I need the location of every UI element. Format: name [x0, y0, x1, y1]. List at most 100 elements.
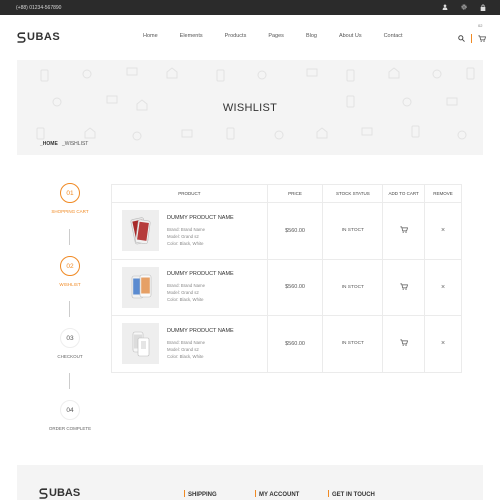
- breadcrumb-home[interactable]: _HOME: [40, 141, 58, 147]
- column-header-stock: STOCK STATUS: [322, 184, 384, 203]
- site-header: UBAS Home Elements Products Pages Blog A…: [0, 15, 500, 60]
- step-label: SHOPPING CART: [51, 209, 89, 214]
- cart-icon: [399, 283, 408, 290]
- nav-about-us[interactable]: About Us: [339, 33, 362, 39]
- heading-accent: [328, 490, 329, 497]
- product-color: Color: Black, White: [167, 297, 204, 303]
- nav-contact[interactable]: Contact: [384, 33, 403, 39]
- cart-icon: [399, 226, 408, 234]
- stock-status: IN STOCT: [322, 315, 384, 373]
- heading-text: GET IN TOUCH: [332, 492, 375, 498]
- cart-button[interactable]: 02: [478, 23, 487, 47]
- add-to-cart-button[interactable]: [382, 315, 426, 373]
- logo-text: UBAS: [49, 487, 81, 499]
- table-row: DUMMY PRODUCT NAME Brand: Brand Name Mod…: [111, 202, 462, 260]
- product-name[interactable]: DUMMY PRODUCT NAME: [167, 215, 234, 221]
- step-connector: [69, 373, 70, 389]
- logo-mark-icon: [39, 487, 48, 499]
- stock-status: IN STOCT: [322, 258, 384, 316]
- table-row: DUMMY PRODUCT NAME Brand: Brand Name Mod…: [111, 258, 462, 316]
- step-label: WISHLIST: [59, 282, 81, 287]
- step-label: ORDER COMPLETE: [48, 426, 92, 431]
- cart-icon: [399, 339, 408, 347]
- product-name[interactable]: DUMMY PRODUCT NAME: [167, 271, 234, 277]
- product-price: $560.00: [266, 315, 324, 373]
- product-image[interactable]: [122, 210, 159, 252]
- heading-accent: [255, 490, 256, 497]
- step-number: 02: [60, 256, 80, 276]
- footer-heading-get-in-touch: GET IN TOUCH: [328, 490, 375, 498]
- remove-button[interactable]: ×: [424, 315, 462, 373]
- column-header-add-to-cart: ADD TO CART: [382, 184, 426, 203]
- product-color: Color: Black, White: [167, 353, 204, 359]
- logo-mark-icon: [17, 31, 26, 43]
- product-color: Color: Black, White: [167, 240, 204, 246]
- step-number: 03: [60, 328, 80, 348]
- user-icon[interactable]: [441, 3, 448, 11]
- product-brand: Brand: Brand Name: [167, 339, 205, 345]
- add-to-cart-button[interactable]: [382, 258, 426, 316]
- product-image[interactable]: [122, 266, 159, 308]
- top-bar: (+88) 01234-567890: [0, 0, 500, 15]
- site-logo[interactable]: UBAS: [17, 31, 60, 43]
- product-model: Model: Grand s2: [167, 290, 199, 296]
- footer-logo[interactable]: UBAS: [39, 487, 80, 499]
- nav-elements[interactable]: Elements: [180, 33, 203, 39]
- step-order-complete[interactable]: 04 ORDER COMPLETE: [40, 400, 100, 431]
- nav-products[interactable]: Products: [225, 33, 247, 39]
- footer-heading-shipping: SHIPPING: [184, 490, 217, 498]
- close-icon: ×: [440, 227, 446, 235]
- column-header-remove: REMOVE: [424, 184, 462, 203]
- step-shopping-cart[interactable]: 01 SHOPPING CART: [40, 183, 100, 214]
- step-checkout[interactable]: 03 CHECKOUT: [40, 328, 100, 359]
- heading-text: SHIPPING: [188, 492, 217, 498]
- step-number: 01: [60, 183, 80, 203]
- product-model: Model: Grand s2: [167, 346, 199, 352]
- nav-pages[interactable]: Pages: [268, 33, 284, 39]
- step-connector: [69, 229, 70, 245]
- heading-accent: [184, 490, 185, 497]
- phone-number: (+88) 01234-567890: [16, 5, 62, 11]
- column-header-price: PRICE: [266, 184, 324, 203]
- step-number: 04: [60, 400, 80, 420]
- step-label: CHECKOUT: [57, 354, 83, 359]
- stock-status: IN STOCT: [322, 202, 384, 260]
- main-nav: Home Elements Products Pages Blog About …: [143, 33, 425, 39]
- add-to-cart-button[interactable]: [382, 202, 426, 260]
- gear-icon[interactable]: [460, 3, 467, 11]
- heading-text: MY ACCOUNT: [259, 492, 300, 498]
- logo-text: UBAS: [27, 31, 61, 43]
- cart-icon: [478, 35, 487, 42]
- cart-count: 02: [478, 23, 483, 28]
- product-brand: Brand: Brand Name: [167, 283, 205, 289]
- product-cell: DUMMY PRODUCT NAME Brand: Brand Name Mod…: [112, 266, 267, 308]
- nav-home[interactable]: Home: [143, 33, 158, 39]
- footer-heading-my-account: MY ACCOUNT: [255, 490, 299, 498]
- close-icon: ×: [440, 340, 446, 348]
- search-icon[interactable]: [458, 29, 465, 47]
- product-price: $560.00: [266, 202, 324, 260]
- page-banner: WISHLIST _HOME _WISHLIST: [17, 60, 483, 155]
- nav-blog[interactable]: Blog: [306, 33, 317, 39]
- remove-button[interactable]: ×: [424, 258, 462, 316]
- product-image[interactable]: [122, 323, 159, 365]
- header-divider: [471, 33, 472, 43]
- product-model: Model: Grand s2: [167, 233, 199, 239]
- site-footer: UBAS SHIPPING MY ACCOUNT GET IN TOUCH: [17, 465, 483, 500]
- page-title: WISHLIST: [222, 102, 278, 114]
- table-header-row: PRODUCT PRICE STOCK STATUS ADD TO CART R…: [111, 184, 462, 203]
- wishlist-table: PRODUCT PRICE STOCK STATUS ADD TO CART R…: [111, 184, 462, 373]
- lock-icon[interactable]: [479, 3, 486, 11]
- product-name[interactable]: DUMMY PRODUCT NAME: [167, 328, 234, 334]
- breadcrumb: _HOME _WISHLIST: [40, 141, 88, 147]
- close-icon: ×: [440, 283, 446, 291]
- product-brand: Brand: Brand Name: [167, 226, 205, 232]
- step-connector: [69, 301, 70, 317]
- step-wishlist[interactable]: 02 WISHLIST: [40, 256, 100, 287]
- product-price: $560.00: [266, 258, 324, 316]
- remove-button[interactable]: ×: [424, 202, 462, 260]
- product-cell: DUMMY PRODUCT NAME Brand: Brand Name Mod…: [112, 210, 267, 252]
- breadcrumb-current: _WISHLIST: [61, 141, 89, 147]
- table-row: DUMMY PRODUCT NAME Brand: Brand Name Mod…: [111, 315, 462, 373]
- column-header-product: PRODUCT: [111, 184, 268, 203]
